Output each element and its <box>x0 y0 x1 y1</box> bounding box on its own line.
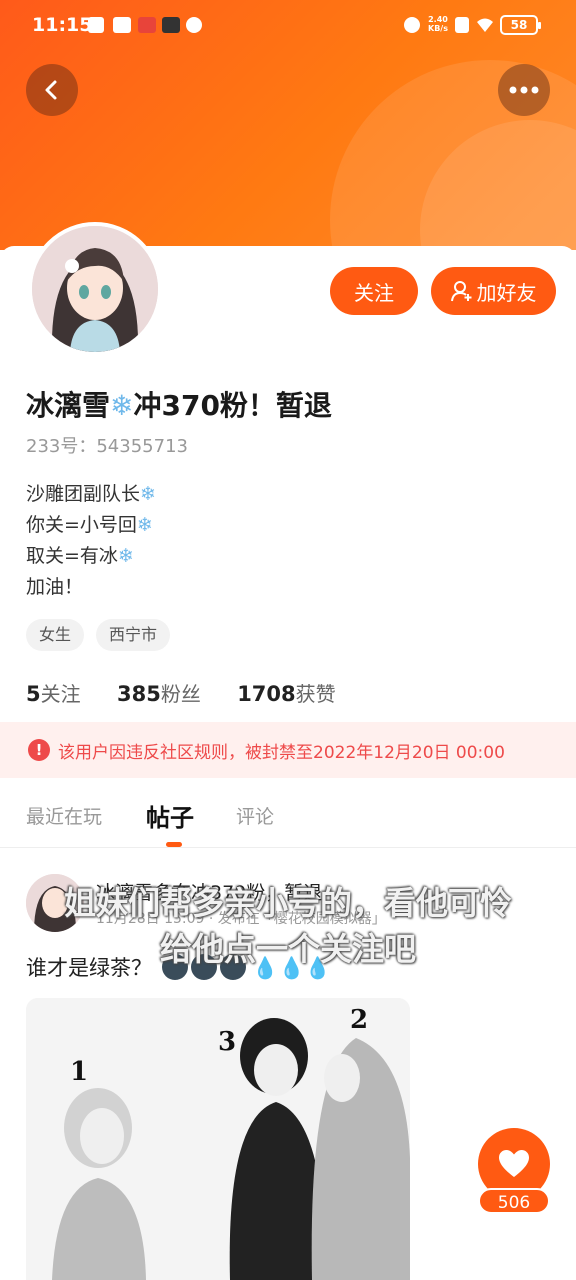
snowflake-icon: ❄ <box>136 514 153 536</box>
like-count: 506 <box>478 1188 550 1214</box>
add-friend-label: 加好友 <box>476 280 537 305</box>
more-dots-icon <box>509 86 539 94</box>
post-image[interactable]: 1 2 3 <box>26 998 410 1280</box>
tab-comments[interactable]: 评论 <box>236 802 274 829</box>
add-friend-button[interactable]: 加好友 <box>431 267 556 315</box>
tab-posts[interactable]: 帖子 <box>146 798 194 833</box>
snowflake-icon: ❄ <box>140 483 156 505</box>
bio-text: 加油！ <box>26 576 84 598</box>
stat-fans[interactable]: 385粉丝 <box>117 682 201 706</box>
snowflake-icon: ❄ <box>117 545 134 567</box>
stat-following[interactable]: 5关注 <box>26 682 81 706</box>
back-button[interactable] <box>26 64 78 116</box>
app-notification-icon <box>138 17 156 33</box>
manga-illustration: 1 2 3 <box>26 998 410 1280</box>
stat-likes: 1708获赞 <box>237 682 335 706</box>
follow-label: 关注 <box>354 280 394 305</box>
active-tab-indicator <box>166 842 182 847</box>
chevron-left-icon <box>45 80 57 100</box>
alert-icon: ! <box>28 739 50 761</box>
tag-gender: 女生 <box>26 619 85 651</box>
video-subtitle-line: 给他点一个关注吧 <box>159 930 416 968</box>
bio-text: 取关=有冰 <box>26 545 118 567</box>
network-speed-unit: KB/s <box>428 24 448 33</box>
following-label: 关注 <box>40 682 81 706</box>
profile-tabs: 最近在玩 帖子 评论 <box>0 792 576 848</box>
alarm-icon <box>404 17 420 33</box>
profile-stats: 5关注 385粉丝 1708获赞 <box>26 678 366 707</box>
bio-line: 你关=小号回❄ <box>26 510 156 541</box>
bio-text: 沙雕团副队长 <box>26 483 141 505</box>
image-label-2: 2 <box>350 1005 368 1035</box>
username-prefix: 冰漓雪 <box>26 389 111 422</box>
fans-label: 粉丝 <box>160 682 201 706</box>
ban-notice-text: 该用户因违反社区规则，被封禁至2022年12月20日 00:00 <box>58 742 505 763</box>
follow-button[interactable]: 关注 <box>330 267 418 315</box>
add-user-icon <box>450 281 471 302</box>
image-label-3: 3 <box>218 1027 236 1057</box>
app-notification-icon <box>113 17 131 33</box>
bio-text: 你关=小号回 <box>26 514 137 536</box>
app-notification-icon <box>186 17 202 33</box>
battery-icon: 58 <box>500 15 541 35</box>
network-speed: 2.40 KB/s <box>428 15 448 33</box>
snowflake-icon: ❄ <box>110 389 134 422</box>
more-button[interactable] <box>498 64 550 116</box>
status-bar: 11:15 2.40 KB/s 58 <box>0 0 576 50</box>
likes-count: 1708 <box>237 682 296 706</box>
video-subtitle-line: 姐妹们帮多亲小号的，看他可怜 <box>63 884 512 922</box>
profile-username: 冰漓雪❄冲370粉！暂退 <box>26 384 332 424</box>
bio-line: 沙雕团副队长❄ <box>26 479 156 510</box>
sim-off-icon <box>455 17 469 33</box>
bio-line: 取关=有冰❄ <box>26 541 156 572</box>
app-notification-icon <box>162 17 180 33</box>
status-time: 11:15 <box>32 14 93 36</box>
tag-city: 西宁市 <box>96 619 171 651</box>
bio-line: 加油！ <box>26 572 156 603</box>
username-suffix: 冲370粉！暂退 <box>133 389 332 422</box>
profile-bio: 沙雕团副队长❄ 你关=小号回❄ 取关=有冰❄ 加油！ <box>26 479 156 603</box>
user-id: 233号：54355713 <box>26 436 188 457</box>
ban-notice: ! 该用户因违反社区规则，被封禁至2022年12月20日 00:00 <box>0 722 576 778</box>
battery-level: 58 <box>510 18 528 32</box>
video-icon <box>88 17 104 33</box>
fans-count: 385 <box>116 682 161 706</box>
avatar-image <box>32 226 158 352</box>
following-count: 5 <box>26 682 41 706</box>
network-speed-value: 2.40 <box>428 15 448 24</box>
avatar[interactable] <box>28 222 162 356</box>
image-label-1: 1 <box>70 1057 88 1087</box>
heart-icon <box>499 1150 529 1177</box>
tab-recently-played[interactable]: 最近在玩 <box>26 802 102 829</box>
wifi-icon <box>477 18 493 32</box>
likes-label: 获赞 <box>295 682 336 706</box>
